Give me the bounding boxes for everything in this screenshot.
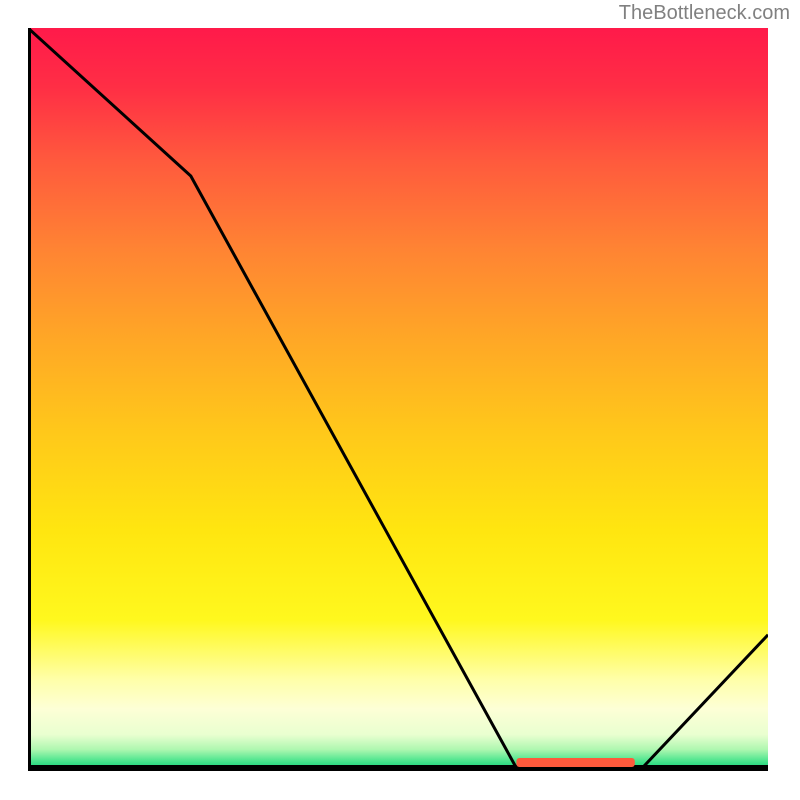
chart-frame: TheBottleneck.com xyxy=(0,0,800,800)
attribution-text: TheBottleneck.com xyxy=(619,2,790,25)
plot-area xyxy=(28,28,772,772)
marker-layer xyxy=(516,758,634,767)
chart-svg xyxy=(28,28,772,772)
gradient-background xyxy=(28,28,768,768)
optimal-range-marker xyxy=(516,758,634,767)
